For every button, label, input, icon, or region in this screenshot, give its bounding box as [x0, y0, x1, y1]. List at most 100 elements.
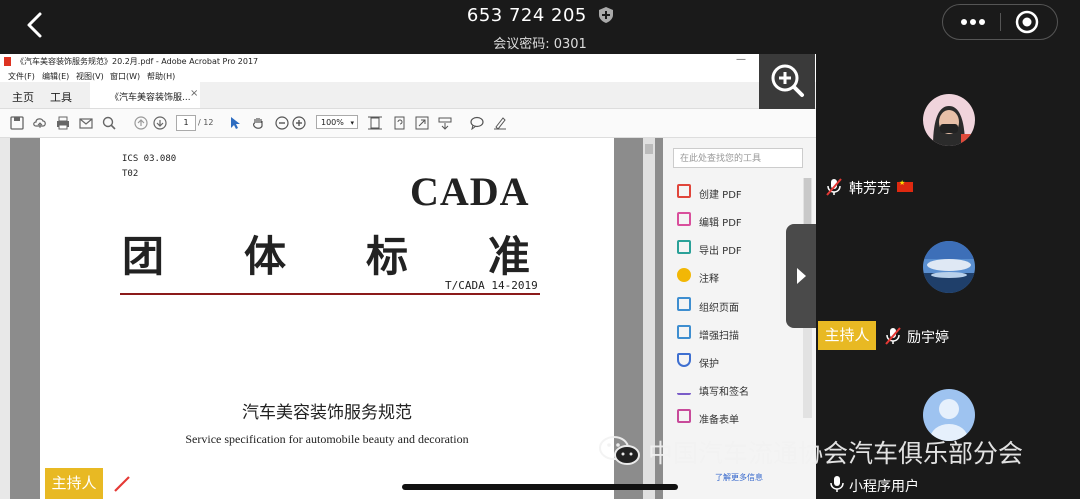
- collapse-panel-button[interactable]: [786, 224, 816, 328]
- tab-document[interactable]: 《汽车美容装饰服... ×: [90, 82, 200, 108]
- divider: [1000, 13, 1001, 31]
- hand-tool-icon[interactable]: [251, 116, 265, 130]
- chevron-right-icon: [797, 268, 806, 284]
- search-icon[interactable]: [102, 116, 116, 130]
- mic-muted-icon: [826, 178, 842, 196]
- home-indicator[interactable]: [402, 484, 678, 490]
- tab-document-label: 《汽车美容装饰服...: [110, 93, 191, 103]
- export-pdf-icon: [677, 240, 691, 254]
- enhance-scan-icon: [677, 325, 691, 339]
- shield-icon: [599, 7, 614, 23]
- tab-home[interactable]: 主页: [12, 89, 34, 105]
- org-logo-text: CADA: [410, 169, 530, 214]
- exit-meeting-icon[interactable]: [1015, 10, 1039, 34]
- avatar[interactable]: [923, 241, 975, 293]
- classification-code: T02: [122, 169, 139, 179]
- upload-cloud-icon[interactable]: [33, 116, 47, 130]
- zoom-level-value: 100%: [321, 118, 344, 127]
- minimize-icon[interactable]: —: [736, 54, 746, 65]
- tools-search-input[interactable]: 在此处查找您的工具: [673, 148, 803, 168]
- window-title: 《汽车美容装饰服务规范》20.2月.pdf - Adobe Acrobat Pr…: [16, 57, 259, 66]
- chevron-down-icon: ▾: [350, 119, 354, 127]
- heading-char: 体: [244, 232, 287, 281]
- comment-bubble-icon[interactable]: [470, 116, 484, 130]
- wechat-icon: [599, 436, 640, 465]
- acrobat-toolbar: 1 / 12 100% ▾: [0, 109, 816, 138]
- print-icon[interactable]: [56, 116, 70, 130]
- select-cursor-icon[interactable]: [228, 116, 242, 130]
- tool-label: 组织页面: [699, 303, 739, 314]
- heading-char: 准: [488, 232, 531, 281]
- document-title-cn: 汽车美容装饰服务规范: [242, 403, 412, 423]
- user-photo: [923, 241, 975, 293]
- close-tab-icon[interactable]: ×: [190, 88, 198, 99]
- fill-sign-icon: [677, 381, 691, 395]
- tool-label: 导出 PDF: [699, 246, 742, 257]
- menu-help[interactable]: 帮助(H): [147, 71, 175, 82]
- china-flag-icon: [897, 179, 913, 192]
- menu-edit[interactable]: 编辑(E): [42, 71, 69, 82]
- left-panel-collapsed[interactable]: [0, 138, 10, 499]
- zoom-out-icon[interactable]: [275, 116, 289, 130]
- participant-name: 励宇婷: [907, 330, 949, 346]
- create-pdf-icon: [677, 184, 691, 198]
- pdf-page: ICS 03.080 T02 CADA 团 体 标 准 T/CADA 14-20…: [40, 138, 614, 499]
- shared-screen: 《汽车美容装饰服务规范》20.2月.pdf - Adobe Acrobat Pr…: [0, 54, 816, 499]
- scrollbar-thumb[interactable]: [645, 144, 653, 154]
- host-badge: 主持人: [45, 468, 103, 499]
- fit-width-icon[interactable]: [368, 116, 382, 130]
- zoom-in-small-icon[interactable]: [292, 116, 306, 130]
- participant-name: 韩芳芳: [849, 178, 913, 198]
- tool-label: 准备表单: [699, 415, 739, 426]
- read-mode-icon[interactable]: [438, 116, 452, 130]
- watermark-text: 中国汽车流通协会汽车俱乐部分会: [648, 439, 1024, 468]
- standard-number: T/CADA 14-2019: [445, 279, 538, 292]
- menu-bar: 文件(F) 编辑(E) 视图(V) 窗口(W) 帮助(H): [0, 68, 816, 82]
- ics-number: ICS 03.080: [122, 154, 177, 164]
- page-number-input[interactable]: 1: [176, 115, 196, 131]
- menu-view[interactable]: 视图(V): [76, 71, 104, 82]
- user-photo: [923, 94, 975, 146]
- highlight-pen-icon[interactable]: [493, 116, 507, 130]
- tool-label: 保护: [699, 359, 719, 370]
- menu-window[interactable]: 窗口(W): [110, 71, 140, 82]
- tool-label: 增强扫描: [699, 331, 739, 342]
- meeting-id[interactable]: 653 724 205: [0, 5, 1080, 26]
- acrobat-title-bar: 《汽车美容装饰服务规范》20.2月.pdf - Adobe Acrobat Pr…: [0, 54, 816, 68]
- zoom-in-icon[interactable]: [759, 54, 815, 110]
- mail-icon[interactable]: [79, 116, 93, 130]
- more-icon[interactable]: [957, 13, 989, 31]
- participant-name-text: 韩芳芳: [849, 181, 891, 197]
- host-badge: 主持人: [818, 321, 876, 350]
- meeting-password: 会议密码: 0301: [493, 37, 587, 52]
- top-button-group: [942, 4, 1058, 40]
- organize-pages-icon: [677, 297, 691, 311]
- full-screen-icon[interactable]: [415, 116, 429, 130]
- avatar[interactable]: [923, 94, 975, 146]
- document-view[interactable]: ICS 03.080 T02 CADA 团 体 标 准 T/CADA 14-20…: [0, 138, 663, 499]
- page-total: / 12: [198, 118, 214, 127]
- tool-label: 创建 PDF: [699, 190, 742, 201]
- edit-pdf-icon: [677, 212, 691, 226]
- previous-page-icon[interactable]: [134, 116, 148, 130]
- mic-muted-icon: [885, 327, 901, 345]
- document-title-en: Service specification for automobile bea…: [185, 432, 469, 446]
- zoom-level-select[interactable]: 100% ▾: [316, 115, 358, 129]
- meeting-id-text: 653 724 205: [466, 5, 587, 26]
- tool-label: 编辑 PDF: [699, 218, 742, 229]
- save-icon[interactable]: [10, 116, 24, 130]
- heading-divider: [120, 293, 540, 295]
- protect-icon: [677, 353, 691, 367]
- next-page-icon[interactable]: [153, 116, 167, 130]
- mic-muted-icon: [114, 476, 130, 492]
- tab-bar: 主页 工具 《汽车美容装饰服... × ? 登录: [0, 82, 816, 109]
- ics-code: ICS 03.080 T02: [122, 152, 176, 182]
- meeting-top-bar: 653 724 205 会议密码: 0301: [0, 0, 1080, 54]
- more-info-link[interactable]: 了解更多信息: [715, 472, 763, 483]
- heading-char: 团: [122, 232, 165, 281]
- participant-name: 小程序用户: [849, 479, 919, 495]
- tab-tools[interactable]: 工具: [50, 89, 72, 105]
- menu-file[interactable]: 文件(F): [8, 71, 35, 82]
- rotate-page-icon[interactable]: [392, 116, 406, 130]
- pdf-file-icon: [4, 57, 11, 66]
